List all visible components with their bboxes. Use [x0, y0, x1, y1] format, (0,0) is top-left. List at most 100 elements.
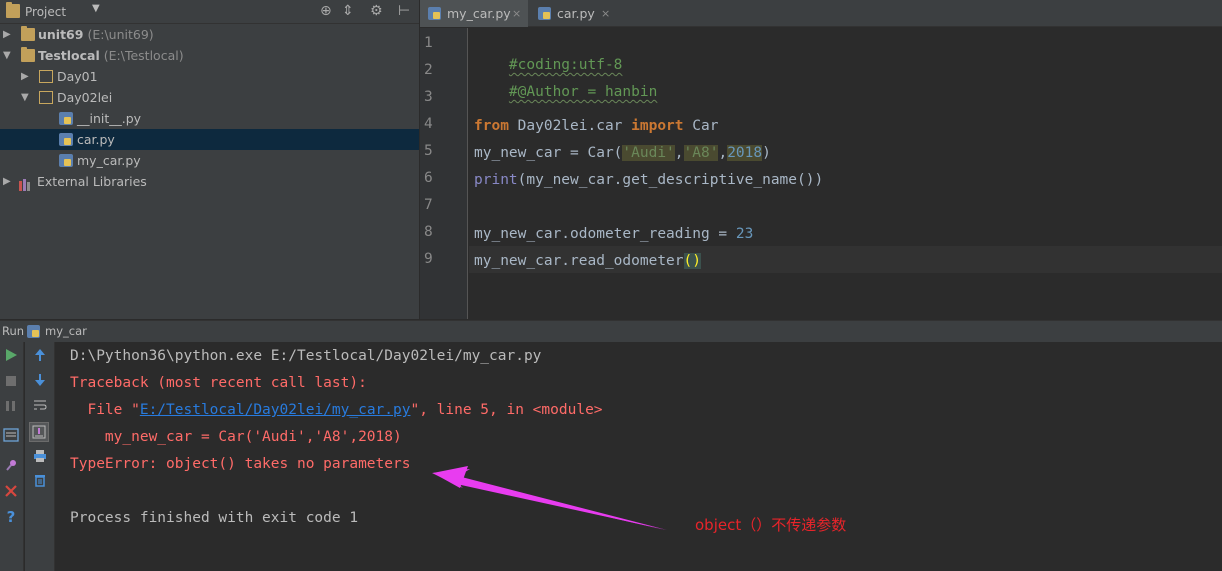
restore-layout-icon[interactable]	[2, 428, 20, 446]
paren: )	[762, 145, 771, 161]
python-file-icon	[538, 7, 551, 20]
keyword: from	[474, 118, 509, 134]
python-file-icon	[59, 154, 73, 167]
tree-item-label: Testlocal (E:\Testlocal)	[38, 48, 184, 63]
string-literal: 'Audi'	[622, 145, 675, 161]
tab-my-car-py[interactable]: my_car.py ×	[420, 0, 528, 27]
number-literal: 23	[735, 226, 754, 242]
builtin: print	[474, 172, 518, 188]
tree-item-external-libraries[interactable]: ▶ External Libraries	[0, 171, 419, 192]
pin-tab-icon[interactable]	[3, 458, 19, 476]
identifier: (my_new_car.get_descriptive_name())	[517, 172, 824, 188]
collapse-arrow-icon[interactable]: ▼	[3, 45, 11, 66]
line-number: 5	[424, 143, 433, 159]
project-view-dropdown-icon[interactable]: ▼	[92, 3, 100, 14]
code-line-6[interactable]: print(my_new_car.get_descriptive_name())	[474, 170, 823, 190]
comma: ,	[718, 145, 728, 161]
down-arrow-icon[interactable]	[32, 373, 48, 391]
tree-item-day01[interactable]: ▶ Day01	[0, 66, 419, 87]
close-tab-icon[interactable]: ×	[601, 0, 610, 27]
rerun-icon[interactable]	[3, 348, 19, 366]
tab-car-py[interactable]: car.py ×	[530, 0, 616, 27]
package-folder-icon	[39, 70, 53, 83]
identifier: Car	[683, 118, 719, 134]
python-file-icon	[59, 112, 73, 125]
python-file-icon	[59, 133, 73, 146]
hide-panel-icon[interactable]: ⊢	[398, 2, 410, 20]
code-line-9[interactable]: my_new_car.read_odometer()	[474, 251, 701, 271]
code-line-8[interactable]: my_new_car.odometer_reading = 23	[474, 224, 753, 244]
console-file-link[interactable]: E:/Testlocal/Day02lei/my_car.py	[140, 402, 411, 418]
folder-icon	[21, 47, 35, 62]
project-header: Project ▼ ⊕ ⇕ ⚙ ⊢	[0, 0, 419, 24]
comment: #@Author = hanbin	[508, 84, 658, 100]
run-label: Run	[2, 324, 25, 338]
tree-item-label: External Libraries	[37, 174, 147, 189]
close-tab-icon[interactable]: ×	[512, 0, 521, 27]
expand-arrow-icon[interactable]: ▶	[3, 171, 11, 192]
run-toolbar-primary: ?	[0, 342, 24, 571]
close-icon[interactable]	[3, 484, 19, 502]
python-file-icon	[428, 7, 441, 20]
tree-item-car-py[interactable]: car.py	[0, 129, 419, 150]
stop-icon[interactable]	[3, 374, 19, 392]
tree-item-label: unit69 (E:\unit69)	[38, 27, 154, 42]
settings-gear-icon[interactable]: ⚙	[370, 2, 383, 20]
code-line-2[interactable]: #@Author = hanbin	[474, 62, 657, 122]
code-line-5[interactable]: my_new_car = Car('Audi','A8',2018)	[474, 143, 771, 163]
tree-item-label: __init__.py	[77, 111, 142, 126]
identifier: my_new_car = Car(	[474, 145, 623, 161]
soft-wrap-icon[interactable]	[32, 398, 48, 416]
collapse-arrow-icon[interactable]: ▼	[21, 87, 29, 108]
project-panel: Project ▼ ⊕ ⇕ ⚙ ⊢ ▶ unit69 (E:\unit69) ▼ …	[0, 0, 419, 319]
folder-icon	[21, 26, 35, 41]
help-icon[interactable]: ?	[3, 509, 19, 525]
expand-arrow-icon[interactable]: ▶	[21, 66, 29, 87]
scroll-to-end-icon[interactable]	[29, 422, 49, 442]
line-number: 7	[424, 197, 433, 213]
tree-item-testlocal[interactable]: ▼ Testlocal (E:\Testlocal)	[0, 45, 419, 66]
run-config-label[interactable]: my_car	[45, 324, 87, 338]
print-icon[interactable]	[32, 449, 48, 467]
line-number: 6	[424, 170, 433, 186]
tree-item-my-car-py[interactable]: my_car.py	[0, 150, 419, 171]
run-header: Run my_car	[0, 320, 1222, 342]
line-number: 1	[424, 35, 433, 51]
identifier: my_new_car.odometer_reading =	[474, 226, 736, 242]
library-icon	[19, 176, 33, 191]
tree-item-label: Day02lei	[57, 90, 113, 105]
string-literal: 'A8'	[683, 145, 719, 161]
identifier: my_new_car.read_odometer	[474, 253, 684, 269]
expand-arrow-icon[interactable]: ▶	[3, 24, 11, 45]
keyword: import	[631, 118, 684, 134]
trash-icon[interactable]	[32, 473, 48, 491]
code-line-4[interactable]: from Day02lei.car import Car	[474, 116, 718, 136]
tree-item-day02lei[interactable]: ▼ Day02lei	[0, 87, 419, 108]
comma: ,	[674, 145, 684, 161]
console-file-line: File "E:/Testlocal/Day02lei/my_car.py", …	[70, 402, 603, 418]
console-error-line: TypeError: object() takes no parameters	[70, 456, 411, 472]
number-literal: 2018	[727, 145, 763, 161]
package-folder-icon	[39, 91, 53, 104]
annotation-note: object（）不传递参数	[695, 516, 847, 534]
project-title[interactable]: Project	[25, 5, 66, 19]
tree-item-unit69[interactable]: ▶ unit69 (E:\unit69)	[0, 24, 419, 45]
console-command-line: D:\Python36\python.exe E:/Testlocal/Day0…	[70, 348, 542, 364]
editor-tabs: my_car.py × car.py ×	[420, 0, 1222, 27]
up-arrow-icon[interactable]	[32, 348, 48, 366]
code-editor[interactable]: #coding:utf-8 #@Author = hanbin from Day…	[469, 28, 1222, 319]
tree-item-init-py[interactable]: __init__.py	[0, 108, 419, 129]
tree-item-label: Day01	[57, 69, 98, 84]
scroll-from-source-icon[interactable]: ⊕	[320, 2, 332, 20]
line-number-gutter: 1 2 3 4 5 6 7 8 9	[420, 28, 468, 319]
matched-braces: ()	[683, 253, 701, 269]
tree-item-label: car.py	[77, 132, 115, 147]
line-number: 8	[424, 224, 433, 240]
line-number: 3	[424, 89, 433, 105]
python-file-icon	[27, 325, 40, 338]
console-output[interactable]: D:\Python36\python.exe E:/Testlocal/Day0…	[56, 342, 1222, 571]
line-number: 4	[424, 116, 433, 132]
console-traceback-line: Traceback (most recent call last):	[70, 375, 367, 391]
pause-icon[interactable]	[3, 399, 19, 417]
collapse-all-icon[interactable]: ⇕	[342, 2, 354, 20]
